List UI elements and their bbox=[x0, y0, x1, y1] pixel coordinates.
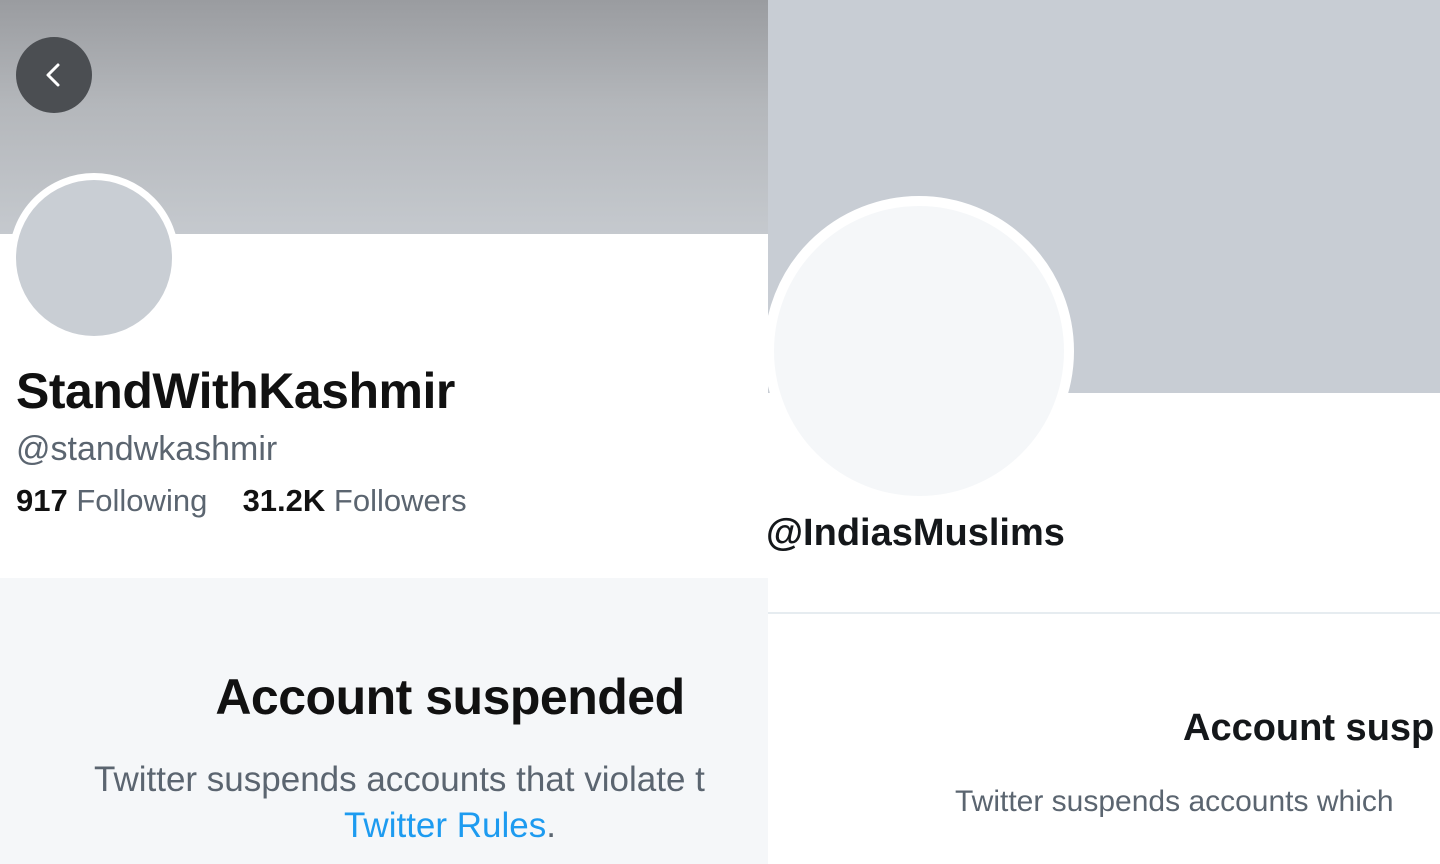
avatar bbox=[9, 173, 179, 343]
left-profile-panel: StandWithKashmir @standwkashmir 917 Foll… bbox=[0, 0, 768, 864]
twitter-rules-link[interactable]: Twitter Rules bbox=[344, 806, 546, 845]
chevron-left-icon bbox=[46, 63, 60, 87]
suspended-title: Account suspended bbox=[215, 669, 685, 725]
followers-link[interactable]: 31.2K Followers bbox=[243, 483, 467, 518]
divider bbox=[768, 612, 1440, 614]
following-count: 917 bbox=[16, 483, 68, 518]
profile-stats: 917 Following 31.2K Followers bbox=[16, 483, 467, 519]
suspended-description: Twitter suspends accounts which bbox=[955, 785, 1394, 818]
followers-count: 31.2K bbox=[242, 483, 326, 518]
followers-label: Followers bbox=[333, 483, 467, 518]
profile-handle: @standwkashmir bbox=[16, 430, 278, 468]
suspended-title: Account susp bbox=[1183, 707, 1435, 749]
avatar bbox=[768, 196, 1074, 506]
rules-period: . bbox=[546, 806, 556, 845]
right-profile-panel: @IndiasMuslims Account susp Twitter susp… bbox=[768, 0, 1440, 864]
profile-handle: @IndiasMuslims bbox=[768, 512, 1065, 554]
following-label: Following bbox=[76, 483, 208, 518]
rules-line: Twitter Rules. bbox=[0, 806, 768, 846]
following-link[interactable]: 917 Following bbox=[16, 483, 216, 518]
profile-display-name: StandWithKashmir bbox=[16, 363, 455, 419]
suspended-description: Twitter suspends accounts that violate t bbox=[94, 760, 705, 799]
back-button[interactable] bbox=[16, 37, 92, 113]
